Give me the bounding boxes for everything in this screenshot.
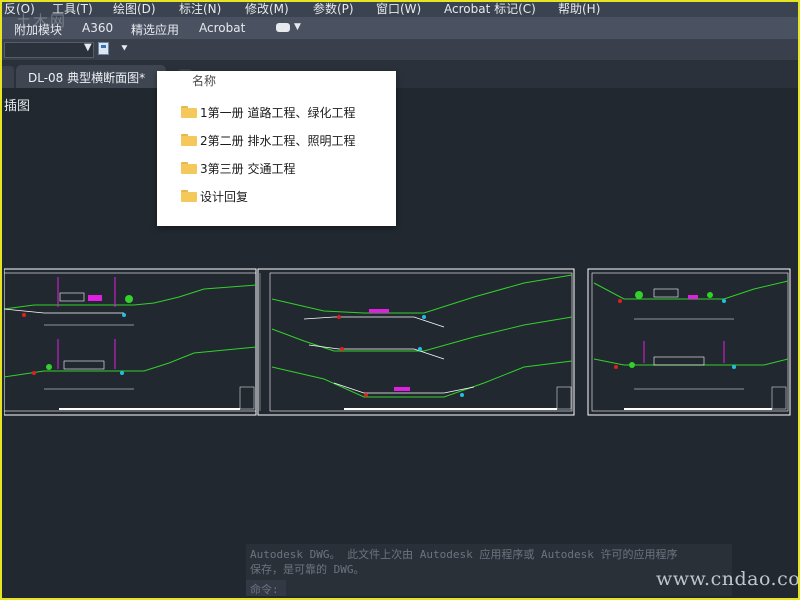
- command-history-line: Autodesk DWG。 此文件上次由 Autodesk 应用程序或 Auto…: [250, 548, 678, 561]
- document-tab-bar: DL-08 典型横断面图* ×: [0, 61, 800, 88]
- column-header-name[interactable]: 名称: [192, 72, 216, 89]
- folder-icon: [181, 134, 197, 146]
- ribbon-panel-toggle-icon[interactable]: [276, 23, 290, 32]
- quick-toolbar: ▼ ⯆: [0, 39, 800, 61]
- ribbon-dropdown-icon[interactable]: ▼: [294, 22, 301, 32]
- previous-document-tab[interactable]: [0, 66, 14, 88]
- menu-item-parameters[interactable]: 参数(P): [313, 0, 354, 17]
- folder-icon: [181, 106, 197, 118]
- menu-item-acrobat-markup[interactable]: Acrobat 标记(C): [444, 0, 536, 17]
- file-browser-popup: 名称 1第一册 道路工程、绿化工程 2第二册 排水工程、照明工程 3第三册 交通…: [157, 71, 396, 226]
- menu-item-draw[interactable]: 绘图(D): [113, 0, 156, 17]
- command-history-line: 保存，是可靠的 DWG。: [250, 563, 365, 576]
- folder-icon: [181, 190, 197, 202]
- folder-name: 2第二册 排水工程、照明工程: [200, 134, 356, 148]
- cad-drawing-area[interactable]: [4, 267, 792, 419]
- menu-item-window[interactable]: 窗口(W): [376, 0, 421, 17]
- drawing-sheet-2[interactable]: [257, 268, 575, 416]
- ribbon-tab-bar: 附加模块 A360 精选应用 Acrobat ▼: [0, 17, 800, 39]
- chevron-down-icon[interactable]: ▼: [84, 42, 92, 53]
- ribbon-tab-acrobat[interactable]: Acrobat: [199, 21, 245, 35]
- command-prompt-label: 命令:: [250, 583, 279, 596]
- command-input[interactable]: 命令:: [246, 580, 286, 596]
- layer-combo-box[interactable]: [4, 42, 94, 58]
- ribbon-tab-featured-apps[interactable]: 精选应用: [131, 21, 179, 38]
- drawing-sheet-3[interactable]: [587, 268, 791, 416]
- document-tab-label: DL-08 典型横断面图*: [28, 71, 146, 85]
- menu-item-dimension[interactable]: 标注(N): [179, 0, 221, 17]
- watermark-logo-text: 土木网: [16, 12, 68, 30]
- menu-item-modify[interactable]: 修改(M): [245, 0, 289, 17]
- folder-icon: [181, 162, 197, 174]
- ribbon-tab-a360[interactable]: A360: [82, 21, 113, 35]
- viewport-label[interactable]: 插图: [4, 95, 30, 114]
- menu-bar: 反(O) 工具(T) 绘图(D) 标注(N) 修改(M) 参数(P) 窗口(W)…: [0, 0, 800, 17]
- watermark-url: www.cndao.com: [656, 568, 800, 590]
- document-tab-active[interactable]: DL-08 典型横断面图* ×: [16, 65, 168, 88]
- folder-name: 设计回复: [200, 190, 249, 204]
- save-icon[interactable]: [98, 42, 109, 55]
- folder-name: 3第三册 交通工程: [200, 162, 296, 176]
- drawing-sheet-1[interactable]: [4, 268, 257, 416]
- customize-toolbar-icon[interactable]: ⯆: [120, 42, 129, 56]
- menu-item-help[interactable]: 帮助(H): [558, 0, 600, 17]
- folder-name: 1第一册 道路工程、绿化工程: [200, 106, 356, 120]
